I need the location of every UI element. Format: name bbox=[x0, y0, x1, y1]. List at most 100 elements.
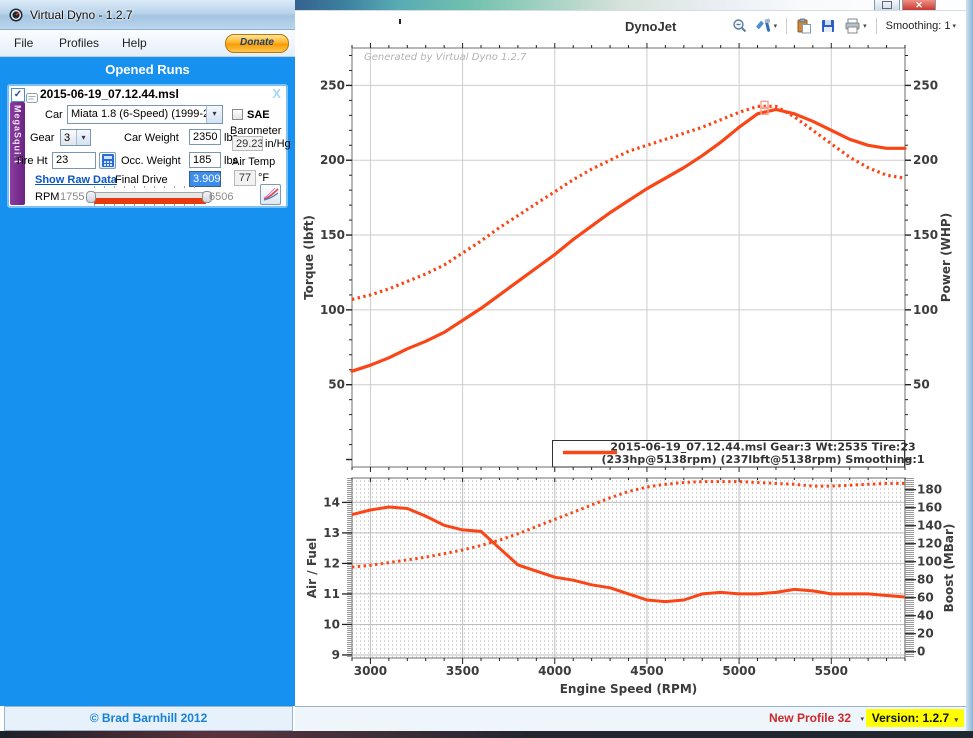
svg-text:0: 0 bbox=[917, 645, 925, 659]
gear-select[interactable]: 3 ▾ bbox=[60, 129, 91, 146]
svg-text:9: 9 bbox=[332, 648, 340, 662]
chevron-down-icon: ▾ bbox=[954, 717, 958, 724]
virtual-dyno-app: ✕ Virtual Dyno - 1.2.7 File Profiles Hel… bbox=[0, 0, 973, 738]
menu-profiles[interactable]: Profiles bbox=[55, 36, 103, 50]
mini-chart-button[interactable] bbox=[260, 184, 281, 205]
barometer-unit: in/Hg bbox=[265, 138, 291, 150]
run-card: ✓ 2015-06-19_07.12.44.msl X MegaSquirt C… bbox=[7, 84, 288, 208]
car-label: Car bbox=[45, 109, 63, 121]
check-icon: ✓ bbox=[14, 89, 22, 100]
svg-text:12: 12 bbox=[323, 556, 340, 570]
svg-text:Boost (MBar): Boost (MBar) bbox=[942, 524, 956, 613]
svg-text:100: 100 bbox=[917, 555, 942, 569]
chevron-down-icon: ▾ bbox=[206, 106, 222, 123]
svg-text:60: 60 bbox=[917, 591, 934, 605]
occ-weight-label: Occ. Weight bbox=[121, 155, 181, 167]
rpm-max-value: 6506 bbox=[209, 191, 233, 203]
note-icon bbox=[26, 90, 38, 108]
svg-text:180: 180 bbox=[917, 483, 942, 497]
svg-text:13: 13 bbox=[323, 526, 340, 540]
opened-runs-panel: Opened Runs ✓ 2015-06-19_07.12.44.msl X … bbox=[0, 57, 295, 706]
svg-text:5000: 5000 bbox=[722, 664, 755, 678]
close-icon: ✕ bbox=[915, 0, 923, 10]
maximize-icon bbox=[882, 1, 892, 9]
svg-text:Air / Fuel: Air / Fuel bbox=[305, 538, 319, 598]
air-temp-input: 77 bbox=[234, 170, 256, 186]
window-title: Virtual Dyno - 1.2.7 bbox=[30, 8, 133, 22]
svg-text:Generated by Virtual Dyno 1.2.: Generated by Virtual Dyno 1.2.7 bbox=[364, 52, 527, 63]
svg-text:200: 200 bbox=[320, 153, 345, 167]
version-dropdown[interactable]: Version: 1.2.7 ▾ bbox=[866, 709, 964, 727]
rpm-range-slider[interactable] bbox=[86, 188, 212, 204]
calculator-icon bbox=[102, 154, 114, 167]
tire-ht-input[interactable]: 23 bbox=[52, 152, 96, 169]
svg-text:250: 250 bbox=[913, 78, 938, 92]
svg-text:(233hp@5138rpm) (237lbft@5138r: (233hp@5138rpm) (237lbft@5138rpm) Smooth… bbox=[602, 453, 925, 466]
svg-text:11: 11 bbox=[323, 587, 340, 601]
svg-text:Engine Speed (RPM): Engine Speed (RPM) bbox=[560, 682, 698, 696]
gear-select-value: 3 bbox=[64, 132, 70, 144]
rpm-min-value: 1755 bbox=[60, 191, 84, 203]
tire-ht-label: Tire Ht bbox=[15, 155, 48, 167]
car-select[interactable]: Miata 1.8 (6-Speed) (1999-2 ▾ bbox=[67, 105, 223, 124]
final-drive-label: Final Drive bbox=[115, 174, 168, 186]
svg-text:20: 20 bbox=[917, 627, 934, 641]
slider-ticks-bottom bbox=[94, 204, 204, 206]
svg-text:14: 14 bbox=[323, 495, 340, 509]
donate-button[interactable]: Donate bbox=[225, 34, 289, 53]
window-border-right bbox=[966, 0, 973, 738]
car-weight-label: Car Weight bbox=[124, 132, 179, 144]
run-filename: 2015-06-19_07.12.44.msl bbox=[40, 87, 179, 101]
copyright-text: © Brad Barnhill 2012 bbox=[90, 711, 208, 725]
svg-text:Power (WHP): Power (WHP) bbox=[939, 213, 953, 302]
megasquirt-tab: MegaSquirt bbox=[10, 102, 25, 205]
profile-dropdown[interactable]: New Profile 32 bbox=[769, 711, 851, 725]
svg-text:3500: 3500 bbox=[446, 664, 479, 678]
car-select-value: Miata 1.8 (6-Speed) (1999-2 bbox=[71, 108, 209, 120]
sae-label: SAE bbox=[247, 109, 270, 121]
show-raw-data-link[interactable]: Show Raw Data bbox=[35, 174, 117, 186]
taskbar-strip bbox=[0, 731, 973, 738]
sae-checkbox[interactable] bbox=[232, 109, 243, 120]
slider-thumb-left[interactable] bbox=[86, 191, 96, 203]
titlebar: Virtual Dyno - 1.2.7 bbox=[0, 0, 295, 30]
occ-weight-input[interactable]: 185 bbox=[189, 152, 221, 168]
svg-text:80: 80 bbox=[917, 573, 934, 587]
chevron-down-icon: ▾ bbox=[76, 130, 90, 145]
svg-text:200: 200 bbox=[913, 153, 938, 167]
air-temp-label: Air Temp bbox=[232, 156, 275, 168]
svg-text:160: 160 bbox=[917, 501, 942, 515]
version-label: Version: 1.2.7 bbox=[872, 711, 949, 725]
status-bar-left: © Brad Barnhill 2012 bbox=[4, 706, 293, 731]
status-bar-right: New Profile 32 ▾ Version: 1.2.7 ▾ bbox=[295, 706, 966, 731]
svg-text:150: 150 bbox=[913, 228, 938, 242]
slider-ticks-top bbox=[94, 186, 204, 188]
app-gauge-icon bbox=[9, 8, 23, 27]
menu-help[interactable]: Help bbox=[118, 36, 151, 50]
chevron-down-icon[interactable]: ▾ bbox=[860, 715, 864, 723]
tire-calculator-button[interactable] bbox=[99, 152, 116, 169]
run-close-button[interactable]: X bbox=[272, 86, 281, 101]
svg-text:50: 50 bbox=[328, 378, 345, 392]
menu-file[interactable]: File bbox=[10, 36, 37, 50]
svg-text:4500: 4500 bbox=[630, 664, 663, 678]
svg-text:100: 100 bbox=[320, 303, 345, 317]
svg-text:140: 140 bbox=[917, 519, 942, 533]
svg-text:3000: 3000 bbox=[354, 664, 387, 678]
slider-track[interactable] bbox=[86, 192, 212, 202]
svg-text:Torque (lbft): Torque (lbft) bbox=[302, 215, 316, 300]
opened-runs-header: Opened Runs bbox=[0, 60, 295, 80]
menubar: File Profiles Help Donate bbox=[0, 30, 295, 57]
run-enabled-checkbox[interactable]: ✓ bbox=[11, 88, 25, 102]
svg-text:150: 150 bbox=[320, 228, 345, 242]
svg-text:50: 50 bbox=[913, 378, 930, 392]
svg-text:120: 120 bbox=[917, 537, 942, 551]
svg-text:10: 10 bbox=[323, 617, 340, 631]
car-weight-input[interactable]: 2350 bbox=[189, 129, 221, 145]
chart-icon bbox=[263, 187, 279, 201]
air-temp-unit: °F bbox=[258, 172, 269, 184]
barometer-input: 29.235 bbox=[232, 136, 263, 151]
svg-text:40: 40 bbox=[917, 609, 934, 623]
svg-text:5500: 5500 bbox=[815, 664, 848, 678]
final-drive-input[interactable]: 3.909 bbox=[189, 171, 221, 187]
